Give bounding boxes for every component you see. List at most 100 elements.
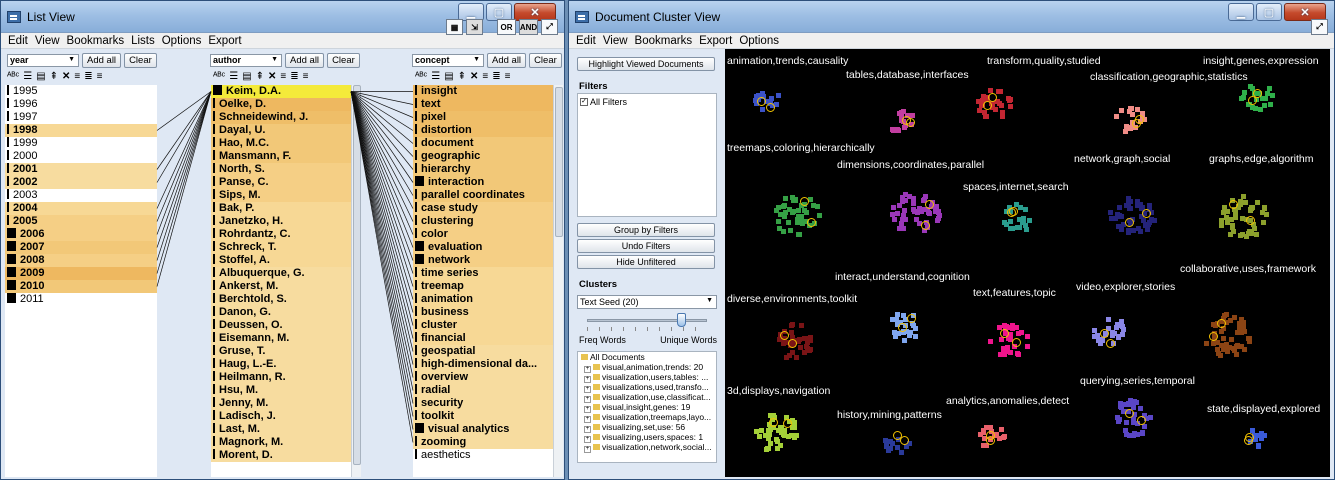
cluster-label[interactable]: animation,trends,causality (727, 55, 848, 67)
list-item[interactable]: Janetzko, H. (211, 215, 351, 228)
document-node[interactable] (896, 203, 902, 209)
document-node[interactable] (1241, 346, 1247, 352)
sort-list-icon[interactable]: ☰ (229, 71, 238, 82)
document-node[interactable] (1117, 213, 1123, 219)
viewed-document-marker[interactable] (756, 96, 766, 106)
viewed-document-marker[interactable] (769, 417, 779, 427)
document-node[interactable] (1234, 330, 1240, 336)
document-node[interactable] (782, 196, 788, 202)
document-node[interactable] (895, 444, 901, 450)
document-node[interactable] (774, 436, 780, 442)
list-item[interactable]: document (413, 137, 557, 150)
document-node[interactable] (763, 446, 769, 452)
document-node[interactable] (1140, 430, 1146, 436)
document-node[interactable] (933, 204, 939, 210)
highlight-viewed-button[interactable]: Highlight Viewed Documents (577, 57, 715, 71)
align-left-icon[interactable]: ≡ (74, 71, 80, 82)
document-node[interactable] (1002, 433, 1008, 439)
cluster-label[interactable]: history,mining,patterns (837, 409, 942, 421)
list-item[interactable]: radial (413, 384, 557, 397)
document-node[interactable] (1119, 107, 1124, 113)
align-right-icon[interactable]: ≡ (97, 71, 103, 82)
list-item[interactable]: Jenny, M. (211, 397, 351, 410)
tree-item[interactable]: + visual,insight,genes: 19 (578, 402, 716, 413)
document-node[interactable] (1127, 106, 1133, 112)
list-item[interactable]: Sips, M. (211, 189, 351, 202)
cluster-label[interactable]: analytics,anomalies,detect (946, 395, 1069, 407)
document-node[interactable] (884, 443, 889, 449)
document-node[interactable] (782, 340, 788, 346)
align-left-icon[interactable]: ≡ (280, 71, 286, 82)
add-all-button[interactable]: Add all (487, 52, 527, 68)
list-item[interactable]: 2007 (5, 241, 157, 254)
year-select[interactable]: year (7, 53, 79, 67)
sort-up-icon[interactable]: ⇞ (256, 71, 264, 82)
list-item[interactable]: Bak, P. (211, 202, 351, 215)
document-node[interactable] (1022, 207, 1028, 213)
document-node[interactable] (1249, 228, 1255, 234)
viewed-document-marker[interactable] (806, 218, 816, 228)
list-item[interactable]: toolkit (413, 410, 557, 423)
document-node[interactable] (900, 225, 906, 231)
viewed-document-marker[interactable] (1099, 328, 1109, 338)
document-node[interactable] (894, 210, 900, 216)
document-node[interactable] (1100, 338, 1106, 344)
list-item[interactable]: pixel (413, 111, 557, 124)
sort-alpha-icon[interactable]: ᴬᴮᶜ (415, 71, 427, 82)
document-node[interactable] (1119, 318, 1125, 324)
document-node[interactable] (1203, 341, 1209, 347)
document-node[interactable] (1240, 194, 1246, 200)
document-node[interactable] (1145, 222, 1151, 228)
list-item[interactable]: zooming (413, 436, 557, 449)
list-item[interactable]: 2001 (5, 163, 157, 176)
cluster-label[interactable]: transform,quality,studied (987, 55, 1101, 67)
list-item[interactable]: Rohrdantz, C. (211, 228, 351, 241)
list-item[interactable]: Ankerst, M. (211, 280, 351, 293)
list-item[interactable]: Morent, D. (211, 449, 351, 462)
viewed-document-marker[interactable] (1131, 118, 1141, 128)
document-node[interactable] (1105, 317, 1111, 323)
list-item[interactable]: 1998 (5, 124, 157, 137)
document-node[interactable] (1219, 223, 1225, 229)
list-item[interactable]: treemap (413, 280, 557, 293)
document-node[interactable] (1016, 352, 1022, 358)
document-node[interactable] (890, 317, 895, 323)
viewed-document-marker[interactable] (1228, 200, 1238, 210)
document-node[interactable] (781, 214, 787, 220)
document-node[interactable] (787, 228, 793, 234)
document-node[interactable] (1262, 102, 1268, 108)
cluster-label[interactable]: insight,genes,expression (1203, 55, 1319, 67)
document-node[interactable] (768, 440, 774, 446)
align-center-icon[interactable]: ≣ (84, 71, 92, 82)
document-node[interactable] (889, 211, 895, 217)
document-node[interactable] (756, 434, 762, 440)
list-item[interactable]: 2010 (5, 280, 157, 293)
clear-button[interactable]: Clear (327, 52, 360, 68)
list-item[interactable]: Ladisch, J. (211, 410, 351, 423)
sort-up-icon[interactable]: ⇞ (50, 71, 58, 82)
document-node[interactable] (1233, 209, 1238, 215)
document-node[interactable] (1253, 232, 1259, 238)
checkbox-icon[interactable]: ✓ (580, 98, 588, 106)
document-node[interactable] (1119, 227, 1125, 233)
list-item[interactable]: 2009 (5, 267, 157, 280)
author-scrollbar[interactable] (351, 85, 361, 477)
list-item[interactable]: Berchtold, S. (211, 293, 351, 306)
viewed-document-marker[interactable] (799, 196, 809, 206)
document-node[interactable] (1114, 113, 1120, 119)
document-node[interactable] (1224, 346, 1230, 352)
document-node[interactable] (910, 201, 916, 206)
document-node[interactable] (1017, 225, 1022, 230)
align-center-icon[interactable]: ≣ (290, 71, 298, 82)
list-item[interactable]: network (413, 254, 557, 267)
list-item[interactable]: 1999 (5, 137, 157, 150)
document-node[interactable] (805, 337, 810, 343)
document-node[interactable] (1265, 91, 1271, 97)
document-node[interactable] (999, 109, 1005, 115)
list-item[interactable]: clustering (413, 215, 557, 228)
document-node[interactable] (1003, 222, 1009, 228)
menu-view[interactable]: View (35, 35, 60, 47)
document-node[interactable] (1128, 432, 1134, 438)
document-node[interactable] (1123, 419, 1129, 425)
document-node[interactable] (1125, 195, 1131, 201)
